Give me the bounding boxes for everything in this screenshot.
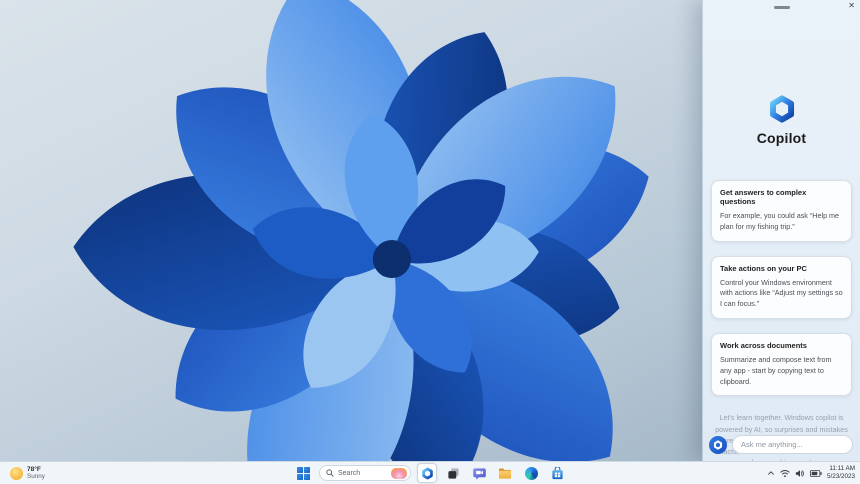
taskbar-app-microsoft-store[interactable] xyxy=(547,463,567,483)
search-placeholder-text: Search xyxy=(338,469,361,477)
search-icon xyxy=(326,469,334,477)
clock-date: 5/23/2023 xyxy=(826,473,855,480)
chevron-up-icon[interactable] xyxy=(767,469,775,477)
suggestion-cards: Get answers to complex questions For exa… xyxy=(703,180,860,397)
chat-icon xyxy=(472,467,486,480)
taskbar-app-edge[interactable] xyxy=(521,463,541,483)
task-view-icon xyxy=(447,467,460,480)
copilot-avatar-icon xyxy=(709,435,727,454)
clock-time: 11:11 AM xyxy=(829,464,855,472)
search-highlight-image xyxy=(391,467,407,479)
copilot-panel: ✕ Copilot Get answers to complex questio… xyxy=(702,0,860,467)
panel-title: Copilot xyxy=(756,130,807,146)
chat-input-row xyxy=(709,435,853,454)
card-title: Take actions on your PC xyxy=(720,263,807,273)
windows-start-icon xyxy=(296,466,310,480)
card-title: Get answers to complex questions xyxy=(720,188,807,206)
taskbar-center: Search xyxy=(0,462,860,484)
taskbar-search-box[interactable]: Search xyxy=(319,465,411,481)
wifi-icon[interactable] xyxy=(780,469,790,478)
copilot-taskbar-icon xyxy=(421,467,434,480)
file-explorer-icon xyxy=(498,467,512,480)
system-tray: 11:11 AM 5/23/2023 xyxy=(765,462,857,484)
suggestion-card-questions[interactable]: Get answers to complex questions For exa… xyxy=(711,180,852,242)
edge-icon xyxy=(524,466,538,480)
card-title: Work across documents xyxy=(720,340,807,350)
card-body: For example, you could ask “Help me plan… xyxy=(720,211,840,231)
clock[interactable]: 11:11 AM 5/23/2023 xyxy=(827,465,855,481)
suggestion-card-actions[interactable]: Take actions on your PC Control your Win… xyxy=(711,255,852,319)
taskbar-app-chat[interactable] xyxy=(469,463,489,483)
card-body: Summarize and compose text from any app … xyxy=(720,354,832,386)
battery-icon[interactable] xyxy=(809,469,822,477)
microsoft-store-icon xyxy=(551,466,564,480)
taskbar: 78°F Sunny Search 11:11 AM 5/23/2023 xyxy=(0,461,860,484)
start-button[interactable] xyxy=(293,463,313,483)
close-icon[interactable]: ✕ xyxy=(848,1,855,11)
panel-titlebar: ✕ xyxy=(703,0,860,14)
copilot-brand: Copilot xyxy=(703,94,860,146)
suggestion-card-documents[interactable]: Work across documents Summarize and comp… xyxy=(711,332,852,397)
ask-me-anything-input[interactable] xyxy=(732,435,853,454)
volume-icon[interactable] xyxy=(795,469,805,478)
card-body: Control your Windows environment with ac… xyxy=(720,277,843,309)
taskbar-app-copilot[interactable] xyxy=(417,463,437,483)
copilot-logo-icon xyxy=(703,94,860,124)
taskbar-app-task-view[interactable] xyxy=(443,463,463,483)
taskbar-app-file-explorer[interactable] xyxy=(495,463,515,483)
drag-handle[interactable] xyxy=(773,6,790,9)
